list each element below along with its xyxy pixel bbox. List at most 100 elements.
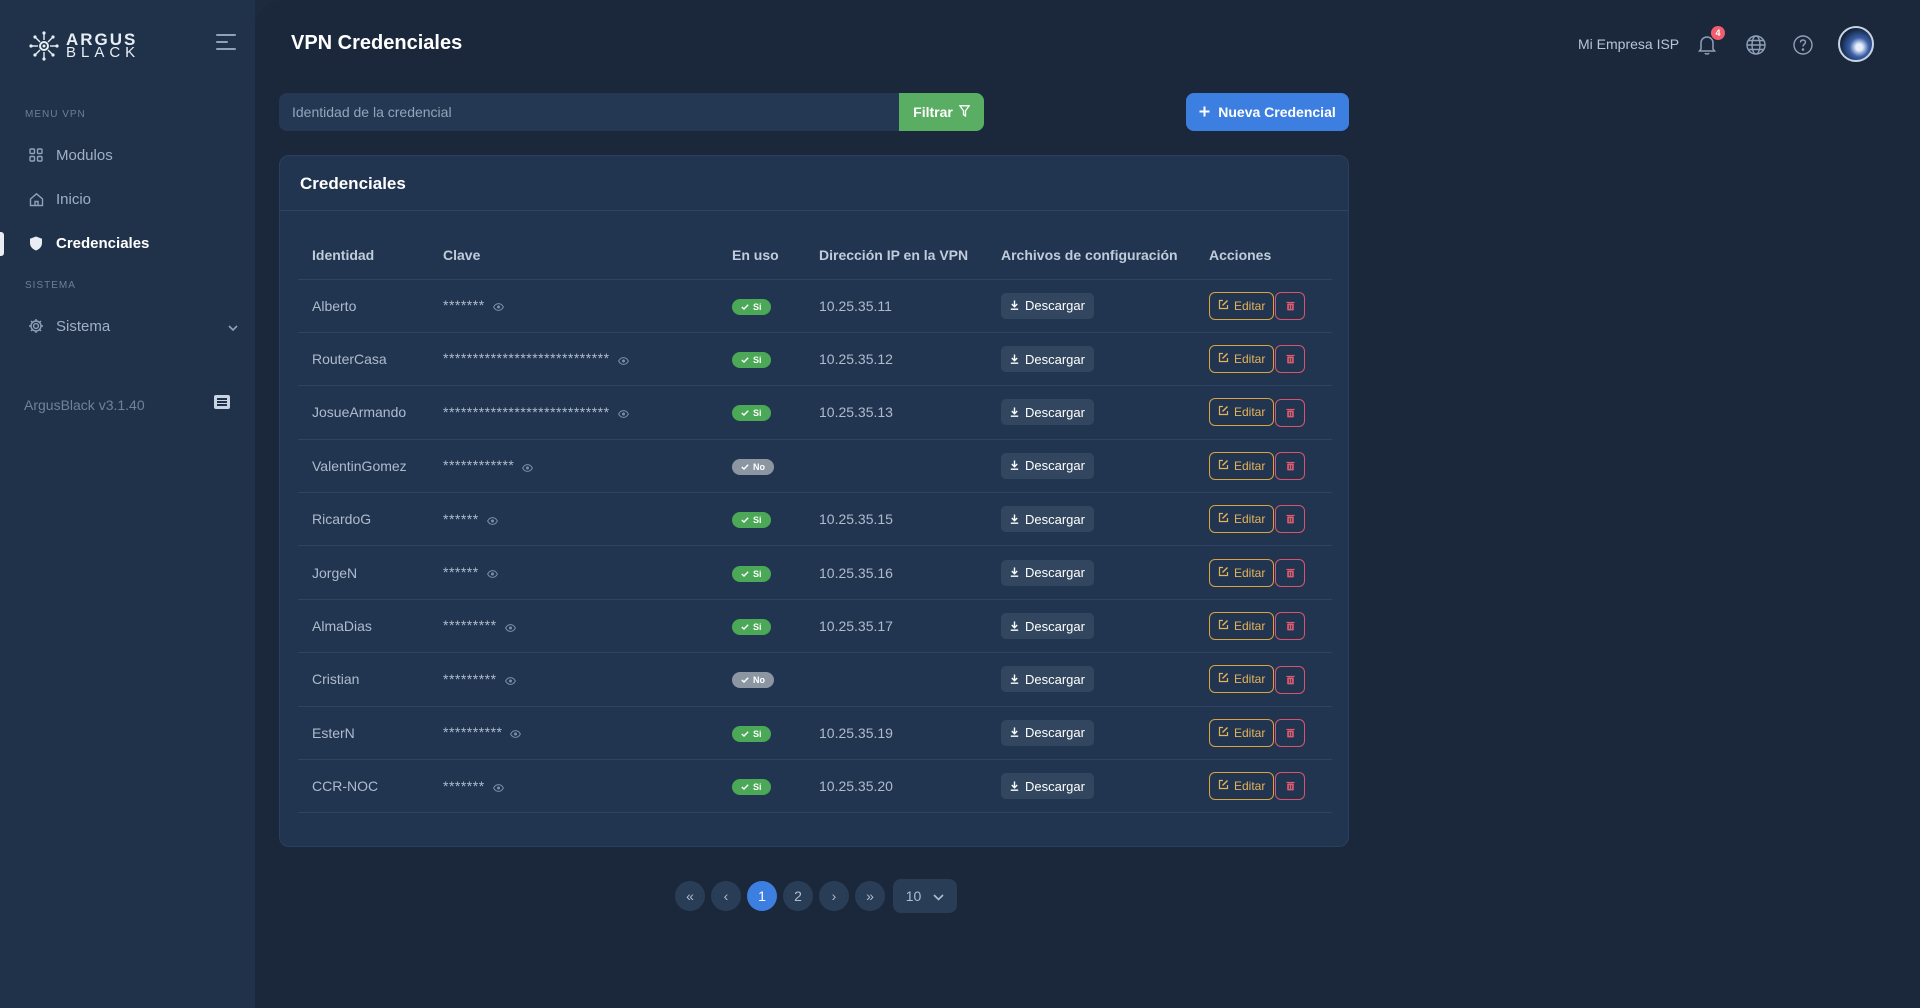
download-button[interactable]: Descargar [1001,346,1094,373]
next-page-button[interactable]: › [819,881,849,911]
download-button[interactable]: Descargar [1001,559,1094,586]
delete-button[interactable] [1275,505,1306,534]
cell-actions: Editar [1195,492,1332,547]
brand-logo[interactable]: ARGUS BLACK [28,30,140,62]
edit-button[interactable]: Editar [1209,611,1275,640]
eye-icon[interactable] [486,512,498,528]
menu-toggle-icon[interactable] [216,34,238,52]
eye-icon[interactable] [492,779,504,795]
delete-button[interactable] [1275,558,1306,587]
cell-config-files: Descargar [987,599,1195,654]
edit-button-label: Editar [1234,618,1266,633]
edit-button[interactable]: Editar [1209,398,1275,427]
prev-page-button[interactable]: ‹ [711,881,741,911]
table-row: CCR-NOC ******* Si 10.25.35.20 Descargar Edit… [298,759,1332,814]
download-button[interactable]: Descargar [1001,719,1094,746]
download-button-label: Descargar [1025,565,1085,581]
page-2-button[interactable]: 2 [783,881,813,911]
sidebar-item-credenciales[interactable]: Credenciales [28,230,238,256]
edit-button[interactable]: Editar [1209,505,1275,534]
edit-icon [1218,299,1229,313]
eye-icon[interactable] [504,672,516,688]
eye-icon[interactable] [510,725,522,741]
password-masked: ****** [443,564,479,580]
download-button-label: Descargar [1025,778,1085,794]
delete-button[interactable] [1275,772,1306,801]
eye-icon[interactable] [486,565,498,581]
download-button[interactable]: Descargar [1001,666,1094,693]
download-button-label: Descargar [1025,298,1085,314]
company-name[interactable]: Mi Empresa ISP [1578,36,1679,52]
cell-password: ****** [429,492,718,547]
edit-button[interactable]: Editar [1209,291,1275,320]
cell-password: **************************** [429,385,718,440]
eye-icon[interactable] [617,405,629,421]
sidebar-item-modulos[interactable]: Modulos [28,142,238,168]
eye-icon[interactable] [492,298,504,314]
edit-icon [1218,459,1229,473]
edit-button[interactable]: Editar [1209,718,1275,747]
download-button[interactable]: Descargar [1001,773,1094,800]
delete-button[interactable] [1275,452,1306,481]
eye-icon[interactable] [504,619,516,635]
sidebar-item-sistema[interactable]: Sistema [28,313,238,339]
delete-button[interactable] [1275,665,1306,694]
cell-in-use: Si [718,492,805,547]
pagination: « ‹ 1 2 › » 10 [675,879,957,913]
last-page-button[interactable]: » [855,881,885,911]
terminal-icon[interactable] [214,395,230,409]
help-icon[interactable] [1792,34,1814,56]
new-credential-label: Nueva Credencial [1218,104,1336,120]
page-1-button[interactable]: 1 [747,881,777,911]
globe-icon[interactable] [1745,34,1767,56]
edit-button[interactable]: Editar [1209,344,1275,373]
download-icon [1010,458,1019,473]
download-button[interactable]: Descargar [1001,292,1094,319]
first-page-button[interactable]: « [675,881,705,911]
delete-button[interactable] [1275,612,1306,641]
password-masked: ****** [443,510,479,527]
edit-icon [1218,352,1229,366]
column-header-password[interactable]: Clave [429,231,718,280]
cell-ip [805,652,987,707]
search-input[interactable] [279,93,899,131]
cell-ip: 10.25.35.17 [805,599,987,654]
new-credential-button[interactable]: Nueva Credencial [1186,93,1349,131]
column-header-in-use[interactable]: En uso [718,231,805,280]
column-header-identity[interactable]: Identidad [298,231,429,280]
delete-button[interactable] [1275,291,1306,320]
download-button[interactable]: Descargar [1001,452,1094,479]
avatar[interactable] [1838,26,1874,62]
cell-in-use: Si [718,332,805,387]
delete-button[interactable] [1275,718,1306,747]
per-page-select[interactable]: 10 [893,879,957,913]
cell-password: ******* [429,279,718,333]
edit-icon [1218,726,1229,740]
eye-icon[interactable] [617,352,629,368]
sidebar-item-label: Modulos [56,146,113,164]
sidebar-item-inicio[interactable]: Inicio [28,186,238,212]
notification-badge: 4 [1711,26,1725,40]
download-icon [1010,512,1019,527]
status-badge-label: Si [753,301,762,312]
edit-button[interactable]: Editar [1209,665,1275,694]
credentials-card: Credenciales Identidad Clave En uso Dire… [279,155,1349,847]
edit-button[interactable]: Editar [1209,772,1275,801]
edit-button-label: Editar [1234,405,1266,420]
column-header-ip[interactable]: Dirección IP en la VPN [805,231,987,280]
edit-button[interactable]: Editar [1209,451,1275,480]
column-header-config-files[interactable]: Archivos de configuración [987,231,1195,280]
table-row: JosueArmando ****************************… [298,385,1332,440]
delete-button[interactable] [1275,398,1306,427]
download-button[interactable]: Descargar [1001,506,1094,533]
edit-button-label: Editar [1234,725,1266,740]
filter-button[interactable]: Filtrar [899,93,984,131]
status-badge: Si [732,405,771,422]
download-button[interactable]: Descargar [1001,399,1094,426]
chevron-down-icon [228,319,238,336]
trash-icon [1286,565,1295,581]
download-button[interactable]: Descargar [1001,613,1094,640]
eye-icon[interactable] [522,459,534,475]
edit-button[interactable]: Editar [1209,558,1275,587]
delete-button[interactable] [1275,345,1306,374]
